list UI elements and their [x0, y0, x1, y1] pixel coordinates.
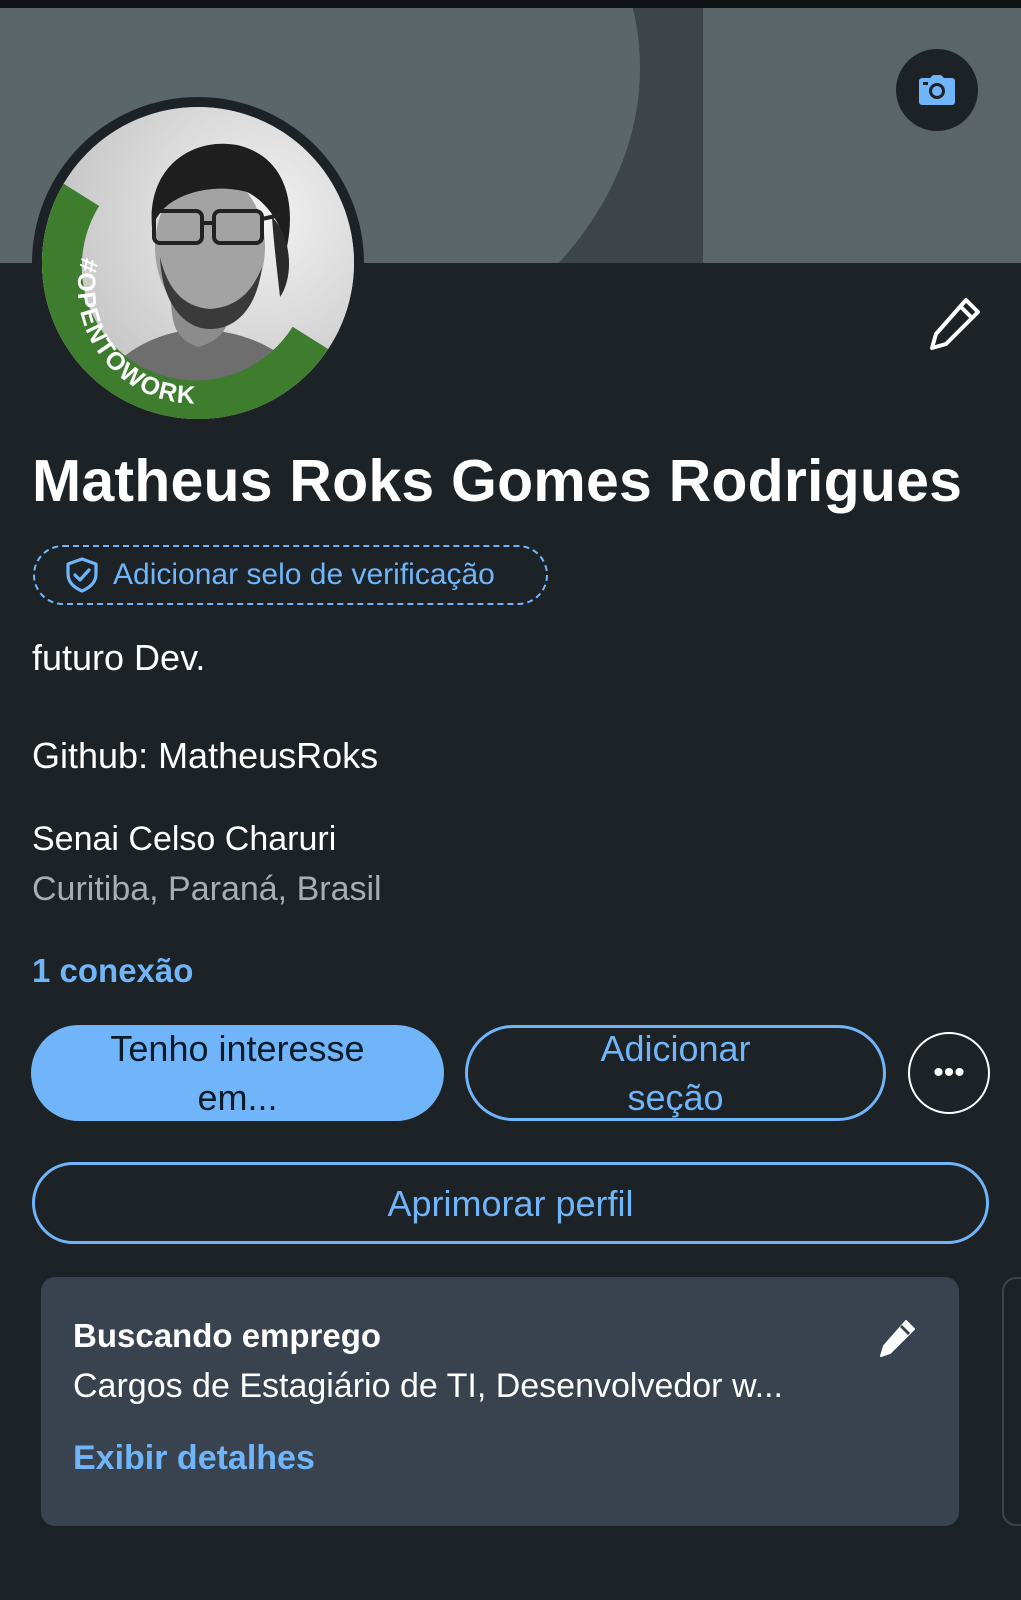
cover-shape-right	[703, 8, 1021, 263]
pencil-icon	[880, 1320, 915, 1357]
status-bar-strip	[0, 0, 1021, 8]
more-horizontal-icon: •••	[933, 1056, 965, 1089]
next-card-peek	[1002, 1277, 1021, 1526]
location-text: Curitiba, Paraná, Brasil	[32, 870, 382, 908]
pencil-icon	[930, 298, 980, 350]
add-section-button[interactable]: Adicionar seção	[465, 1025, 886, 1121]
more-options-button[interactable]: •••	[908, 1032, 990, 1114]
profile-photo-portrait: #OPENTOWORK	[42, 107, 354, 419]
profile-photo[interactable]: #OPENTOWORK	[32, 97, 364, 429]
open-to-work-roles: Cargos de Estagiário de TI, Desenvolvedo…	[73, 1367, 783, 1405]
open-to-work-title: Buscando emprego	[73, 1317, 382, 1354]
education-name: Senai Celso Charuri	[32, 820, 337, 858]
edit-open-to-work-button[interactable]	[879, 1318, 917, 1363]
add-verification-badge-button[interactable]: Adicionar selo de verificação	[33, 545, 548, 605]
open-to-button[interactable]: Tenho interesse em...	[31, 1025, 444, 1121]
profile-name: Matheus Roks Gomes Rodrigues	[32, 448, 963, 514]
headline-line-2: Github: MatheusRoks	[32, 735, 379, 776]
verification-label: Adicionar selo de verificação	[113, 558, 495, 591]
show-details-link[interactable]: Exibir detalhes	[73, 1441, 315, 1475]
headline-line-1: futuro Dev.	[32, 637, 206, 678]
camera-icon	[919, 75, 955, 105]
open-to-work-card[interactable]: Buscando emprego Cargos de Estagiário de…	[41, 1277, 959, 1526]
profile-photo-image: #OPENTOWORK	[42, 107, 354, 419]
shield-check-icon	[65, 557, 99, 593]
improve-profile-button[interactable]: Aprimorar perfil	[32, 1162, 989, 1244]
edit-cover-button[interactable]	[896, 49, 978, 131]
edit-profile-button[interactable]	[930, 296, 982, 355]
connections-link[interactable]: 1 conexão	[32, 954, 193, 987]
